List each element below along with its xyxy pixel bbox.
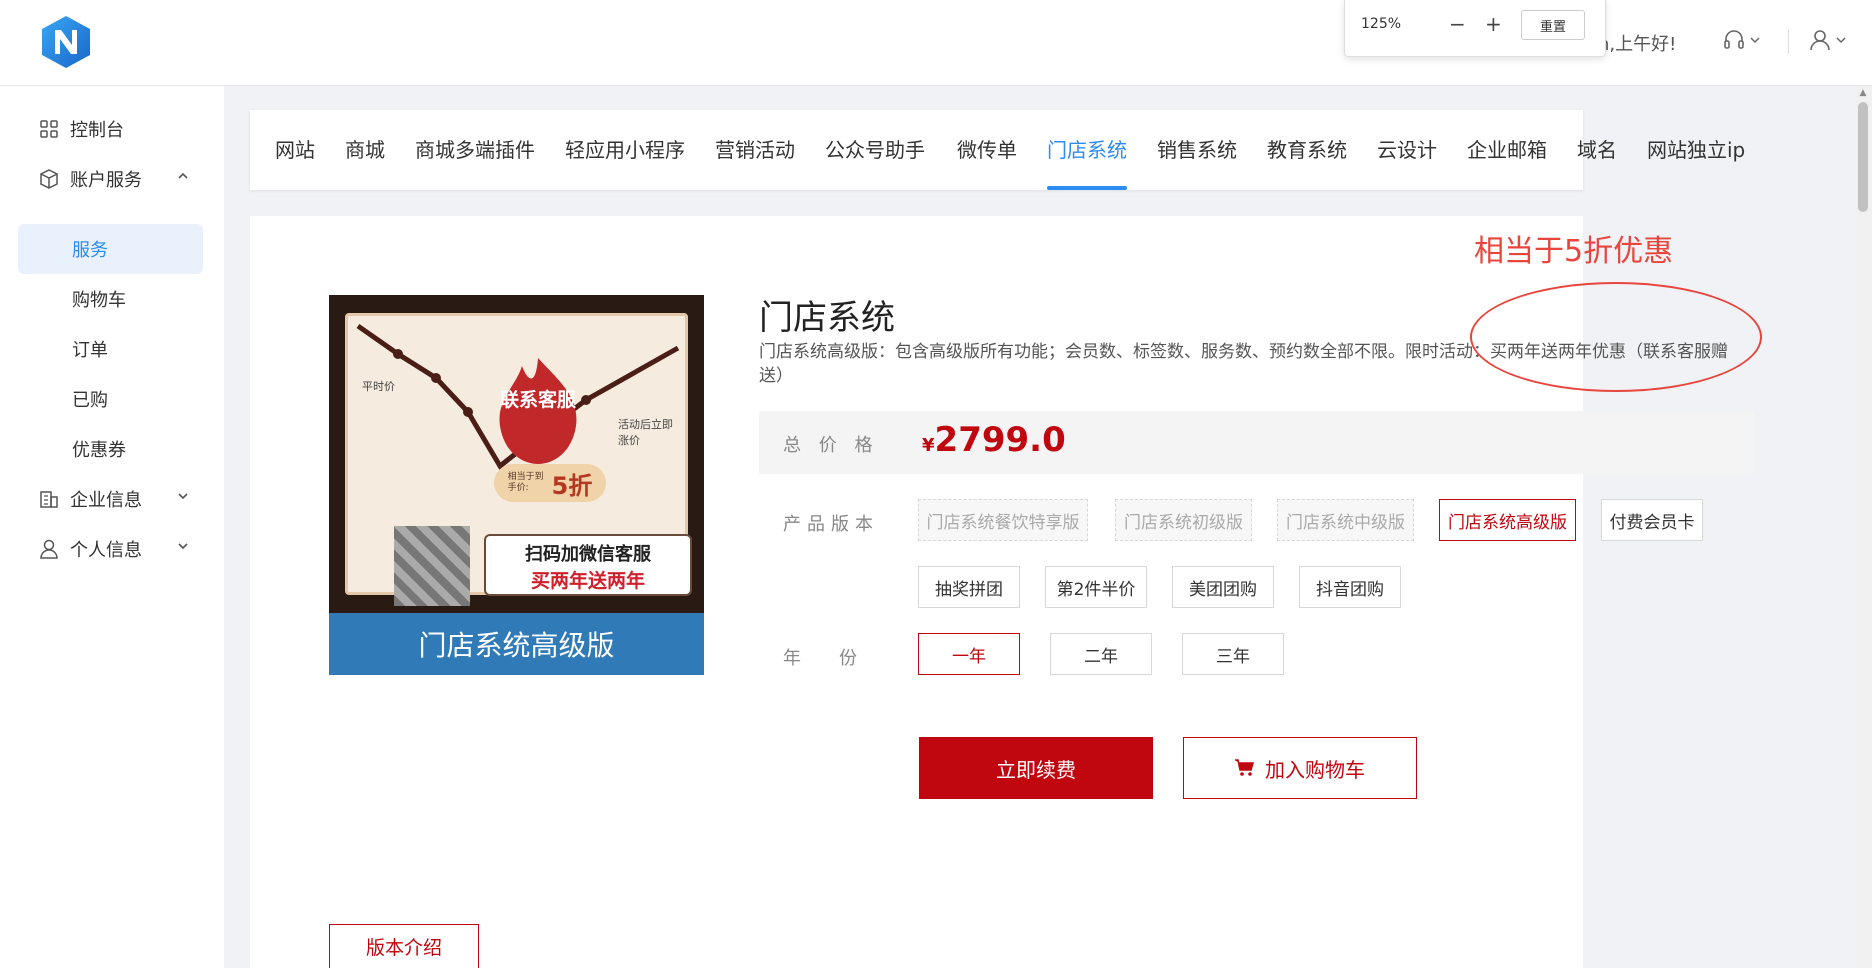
chevron-down-icon (1750, 37, 1760, 44)
sidebar-item-account-services[interactable]: 账户服务 (18, 154, 203, 204)
promo-annotation: 相当于5折优惠 (1474, 234, 1674, 269)
tab-mall-plugin[interactable]: 商城多端插件 (415, 110, 535, 190)
sidebar-item-label: 账户服务 (70, 170, 142, 191)
tab-dedicated-ip[interactable]: 网站独立ip (1647, 110, 1745, 190)
user-menu[interactable] (1808, 28, 1846, 52)
scroll-up-icon[interactable]: ▲ (1858, 88, 1868, 98)
version-option-intermediate[interactable]: 门店系统中级版 (1277, 499, 1414, 541)
version-option-advanced[interactable]: 门店系统高级版 (1439, 499, 1576, 541)
chevron-up-icon (178, 172, 188, 179)
tab-mall[interactable]: 商城 (345, 110, 385, 190)
tab-cloud-design[interactable]: 云设计 (1377, 110, 1437, 190)
product-tabs: 网站 商城 商城多端插件 轻应用小程序 营销活动 公众号助手 微传单 门店系统 … (250, 110, 1745, 190)
after-activity-label: 活动后立即涨价 (618, 418, 673, 447)
renew-now-button[interactable]: 立即续费 (919, 737, 1153, 799)
year-label: 年 份 (783, 648, 867, 669)
sidebar-item-label: 企业信息 (70, 490, 142, 511)
headset-icon (1724, 30, 1744, 49)
zoom-popup: 125% − + 重置 (1344, 0, 1606, 57)
tab-education-system[interactable]: 教育系统 (1267, 110, 1347, 190)
logo-icon[interactable] (38, 14, 94, 70)
tab-store-system[interactable]: 门店系统 (1047, 110, 1127, 190)
sidebar-item-label: 优惠券 (72, 440, 126, 461)
add-to-cart-label: 加入购物车 (1265, 757, 1365, 782)
zoom-level: 125% (1361, 16, 1402, 32)
header-divider (1788, 30, 1789, 54)
tab-enterprise-email[interactable]: 企业邮箱 (1467, 110, 1547, 190)
support-menu[interactable] (1722, 28, 1760, 52)
chevron-down-icon (178, 543, 188, 550)
wechat-service-line1: 扫码加微信客服 (525, 544, 651, 565)
sidebar-item-company-info[interactable]: 企业信息 (18, 474, 203, 524)
normal-price-label: 平时价 (362, 380, 395, 393)
version-option-catering[interactable]: 门店系统餐饮特享版 (918, 499, 1088, 541)
sidebar-item-personal-info[interactable]: 个人信息 (18, 524, 203, 574)
greeting-text: n,上午好! (1598, 34, 1677, 55)
box-icon (40, 169, 58, 189)
grid-icon (40, 120, 58, 138)
tab-version-intro[interactable]: 版本介绍 (329, 924, 479, 968)
sidebar-item-orders[interactable]: 订单 (18, 324, 203, 374)
pill-discount: 5折 (551, 471, 593, 500)
discount-pill: 相当于到手价: 5折 (494, 464, 606, 502)
version-option-half-price[interactable]: 第2件半价 (1045, 566, 1147, 608)
chevron-down-icon (1836, 37, 1846, 44)
currency-symbol: ¥ (922, 435, 935, 456)
sidebar-item-label: 个人信息 (70, 540, 142, 561)
building-icon (40, 491, 58, 508)
tab-website[interactable]: 网站 (275, 110, 315, 190)
version-label: 产品版本 (783, 514, 879, 535)
chevron-down-icon (178, 493, 188, 500)
tab-official-account[interactable]: 公众号助手 (825, 110, 925, 190)
tab-marketing[interactable]: 营销活动 (715, 110, 795, 190)
sidebar-item-purchased[interactable]: 已购 (18, 374, 203, 424)
sidebar-item-services[interactable]: 服务 (18, 224, 203, 274)
sidebar-item-label: 控制台 (70, 120, 124, 141)
version-option-member-card[interactable]: 付费会员卡 (1601, 499, 1703, 541)
sidebar-item-coupons[interactable]: 优惠券 (18, 424, 203, 474)
tab-sales-system[interactable]: 销售系统 (1157, 110, 1237, 190)
sidebar-item-label: 已购 (72, 390, 108, 411)
renew-now-label: 立即续费 (996, 757, 1076, 782)
version-option-basic[interactable]: 门店系统初级版 (1115, 499, 1252, 541)
year-option-one[interactable]: 一年 (918, 633, 1020, 675)
total-price: ¥2799.0 (922, 420, 1066, 460)
product-title: 门店系统 (759, 298, 895, 338)
sidebar-item-cart[interactable]: 购物车 (18, 274, 203, 324)
zoom-in-button[interactable]: + (1485, 12, 1502, 36)
scrollbar-thumb[interactable] (1858, 102, 1868, 212)
version-option-lottery[interactable]: 抽奖拼团 (918, 566, 1020, 608)
product-description: 门店系统高级版：包含高级版所有功能；会员数、标签数、服务数、预约数全部不限。限时… (759, 342, 1728, 386)
pill-caption: 相当于到手价: (507, 472, 544, 493)
user-icon (1810, 30, 1830, 51)
zoom-out-button[interactable]: − (1449, 12, 1466, 36)
user-icon (40, 539, 58, 559)
price-row (759, 411, 1754, 474)
sidebar: 控制台 账户服务 服务 购物车 订单 已购 优惠券 企业信息 个人信息 (0, 86, 224, 968)
version-option-douyin[interactable]: 抖音团购 (1299, 566, 1401, 608)
flame-text: 联系客服 (499, 389, 576, 411)
product-image: 平时价 活动后立即涨价 联系客服 相当于到手价: 5折 扫码加微信客服 买两年送… (329, 295, 704, 675)
sidebar-item-label: 服务 (72, 240, 108, 261)
qr-code-image (394, 526, 470, 606)
price-value: 2799.0 (934, 420, 1066, 460)
sidebar-item-dashboard[interactable]: 控制台 (18, 104, 203, 154)
page-scrollbar[interactable]: ▲ (1854, 86, 1872, 968)
sidebar-item-label: 订单 (72, 340, 108, 361)
product-image-caption: 门店系统高级版 (329, 613, 704, 675)
year-option-two[interactable]: 二年 (1050, 633, 1152, 675)
sidebar-item-label: 购物车 (72, 290, 126, 311)
wechat-service-box: 扫码加微信客服 买两年送两年 (484, 534, 692, 596)
tab-domain[interactable]: 域名 (1577, 110, 1617, 190)
wechat-service-line2: 买两年送两年 (530, 570, 645, 592)
add-to-cart-button[interactable]: 加入购物车 (1183, 737, 1417, 799)
price-label: 总 价 格 (783, 435, 879, 456)
product-image-panel: 平时价 活动后立即涨价 联系客服 相当于到手价: 5折 扫码加微信客服 买两年送… (345, 313, 692, 606)
tab-flyer[interactable]: 微传单 (957, 110, 1017, 190)
year-option-three[interactable]: 三年 (1182, 633, 1284, 675)
zoom-reset-button[interactable]: 重置 (1521, 10, 1585, 40)
tab-mini-program[interactable]: 轻应用小程序 (565, 110, 685, 190)
version-option-meituan[interactable]: 美团团购 (1172, 566, 1274, 608)
cart-icon (1235, 759, 1254, 776)
